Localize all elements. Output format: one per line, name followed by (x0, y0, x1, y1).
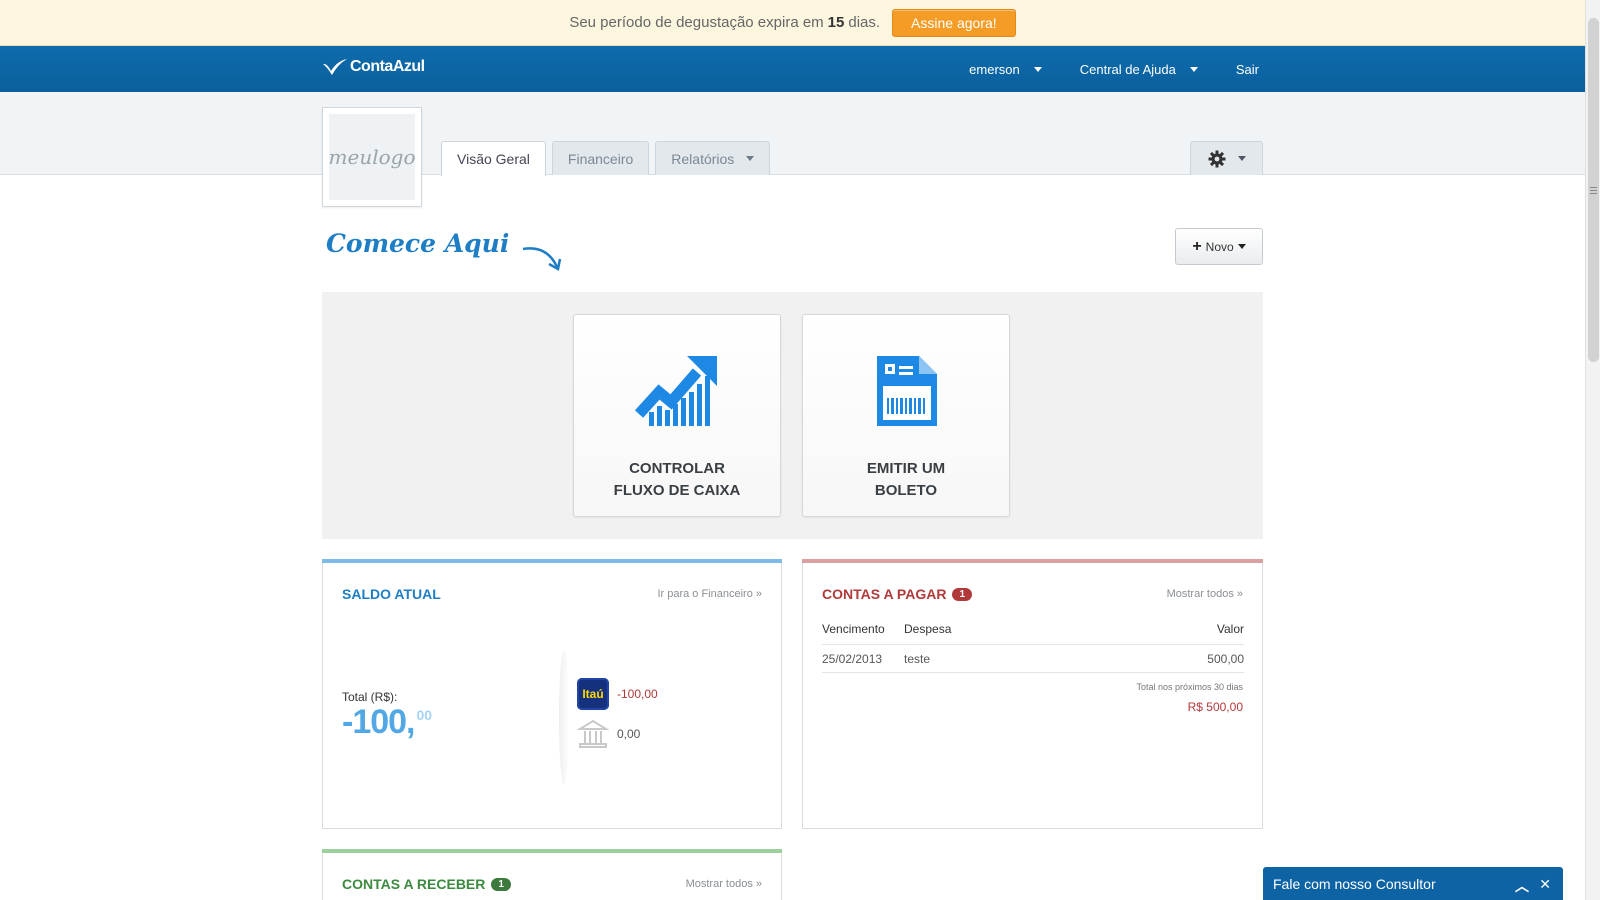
chevron-down-icon (1237, 244, 1246, 249)
company-logo[interactable]: meulogo (322, 107, 422, 207)
column-header: Valor (1095, 622, 1244, 645)
consultant-chat-bar[interactable]: Fale com nosso Consultor ︿ ✕ (1263, 867, 1563, 900)
plus-icon: + (1192, 237, 1202, 255)
payables-panel: CONTAS A PAGAR 1 Mostrar todos » Vencime… (802, 559, 1263, 829)
scrollbar-grip-icon (1590, 187, 1597, 194)
card-title-line: EMITIR UM (866, 460, 946, 477)
panel-title-text: CONTAS A RECEBER (342, 876, 486, 892)
top-navbar: ContaAzul emerson Central de Ajuda Sair (0, 46, 1585, 92)
tab-relatorios[interactable]: Relatórios (655, 141, 771, 175)
panel-title: SALDO ATUAL (342, 586, 441, 602)
bank-balance: 0,00 (617, 727, 641, 741)
panel-title: CONTAS A RECEBER 1 (342, 876, 511, 892)
close-icon[interactable]: ✕ (1539, 876, 1551, 893)
company-logo-placeholder: meulogo (329, 114, 415, 200)
show-all-link[interactable]: Mostrar todos » (686, 878, 762, 890)
bank-account-row[interactable]: Itaú -100,00 (577, 678, 658, 710)
boleto-card[interactable]: EMITIR UM BOLETO (802, 314, 1010, 517)
receivables-panel: CONTAS A RECEBER 1 Mostrar todos » (322, 849, 782, 900)
curved-arrow-icon (523, 247, 562, 271)
bank-building-icon (577, 718, 609, 750)
panel-accent (322, 849, 782, 853)
help-center-menu[interactable]: Central de Ajuda (1080, 62, 1198, 77)
total-value: -100, 00 (342, 703, 432, 742)
chevron-down-icon (1033, 66, 1042, 72)
start-heading-text: Comece Aqui (326, 229, 510, 258)
total-note: Total nos próximos 30 dias (1136, 682, 1243, 692)
expand-icon[interactable]: ︿ (1515, 876, 1529, 896)
quick-actions-area: CONTROLAR FLUXO DE CAIXA EMITIR UM BOLET… (322, 292, 1263, 539)
show-all-link[interactable]: Mostrar todos » (1167, 588, 1243, 600)
balance-panel: SALDO ATUAL Ir para o Financeiro » Total… (322, 559, 782, 829)
count-badge: 1 (491, 877, 511, 891)
new-button-label: Novo (1205, 239, 1234, 254)
user-name: emerson (969, 61, 1020, 77)
chevron-down-icon (1189, 66, 1198, 72)
trial-banner: Seu período de degustação expira em 15 d… (0, 0, 1585, 46)
expense-value: 500,00 (1095, 644, 1244, 673)
logout-label: Sair (1235, 61, 1259, 77)
column-header: Vencimento (822, 622, 904, 645)
start-heading: Comece Aqui (326, 229, 563, 273)
page-scrollbar[interactable] (1585, 0, 1600, 900)
card-title-line: BOLETO (874, 482, 938, 499)
chart-growth-icon (635, 356, 717, 426)
consultant-chat-label: Fale com nosso Consultor (1273, 875, 1436, 892)
chevron-down-icon (1237, 156, 1246, 161)
panel-title: CONTAS A PAGAR 1 (822, 586, 973, 602)
gear-icon (1208, 150, 1225, 167)
count-badge: 1 (952, 587, 973, 601)
brand-check-icon (323, 59, 347, 75)
total-label: Total (R$): (342, 690, 398, 704)
divider (559, 650, 569, 785)
tab-label: Visão Geral (457, 151, 530, 167)
help-center-label: Central de Ajuda (1079, 61, 1176, 77)
chevron-down-icon (746, 156, 755, 161)
brand-logo[interactable]: ContaAzul (322, 58, 425, 76)
total-sum: R$ 500,00 (1187, 700, 1243, 714)
bank-account-row[interactable]: 0,00 (577, 718, 640, 750)
total-integer: -100, (342, 703, 415, 741)
trial-suffix: dias. (848, 14, 881, 31)
table-row[interactable]: 25/02/2013 teste 500,00 (822, 644, 1244, 673)
main-tabs: Visão Geral Financeiro Relatórios (441, 141, 776, 176)
panel-accent (802, 559, 1263, 563)
column-header: Despesa (904, 622, 1096, 645)
trial-text: Seu período de degustação expira em (569, 14, 824, 31)
bank-balance: -100,00 (617, 687, 658, 701)
user-menu[interactable]: emerson (969, 62, 1042, 77)
panel-accent (322, 559, 782, 563)
trial-days: 15 (827, 14, 845, 31)
cash-flow-card[interactable]: CONTROLAR FLUXO DE CAIXA (573, 314, 781, 517)
tab-visao-geral[interactable]: Visão Geral (441, 141, 546, 176)
card-title-line: FLUXO DE CAIXA (613, 482, 741, 499)
card-title-line: CONTROLAR (629, 460, 725, 477)
subscribe-button[interactable]: Assine agora! (892, 8, 1016, 37)
payables-table: Vencimento Despesa Valor 25/02/2013 test… (822, 622, 1244, 673)
brand-name: ContaAzul (350, 58, 425, 75)
settings-button[interactable] (1190, 141, 1263, 175)
itau-bank-logo: Itaú (577, 678, 609, 710)
panel-title-text: CONTAS A PAGAR (822, 586, 947, 602)
page-header (0, 92, 1585, 175)
tab-label: Financeiro (567, 150, 634, 167)
boleto-document-icon (877, 356, 937, 426)
total-cents: 00 (416, 707, 433, 723)
go-to-financeiro-link[interactable]: Ir para o Financeiro » (657, 588, 762, 600)
tab-label: Relatórios (671, 150, 735, 167)
new-button[interactable]: + Novo (1175, 228, 1263, 265)
tab-financeiro[interactable]: Financeiro (551, 141, 650, 175)
expense-description: teste (904, 644, 1096, 673)
logout-link[interactable]: Sair (1236, 62, 1259, 77)
due-date: 25/02/2013 (822, 644, 904, 673)
